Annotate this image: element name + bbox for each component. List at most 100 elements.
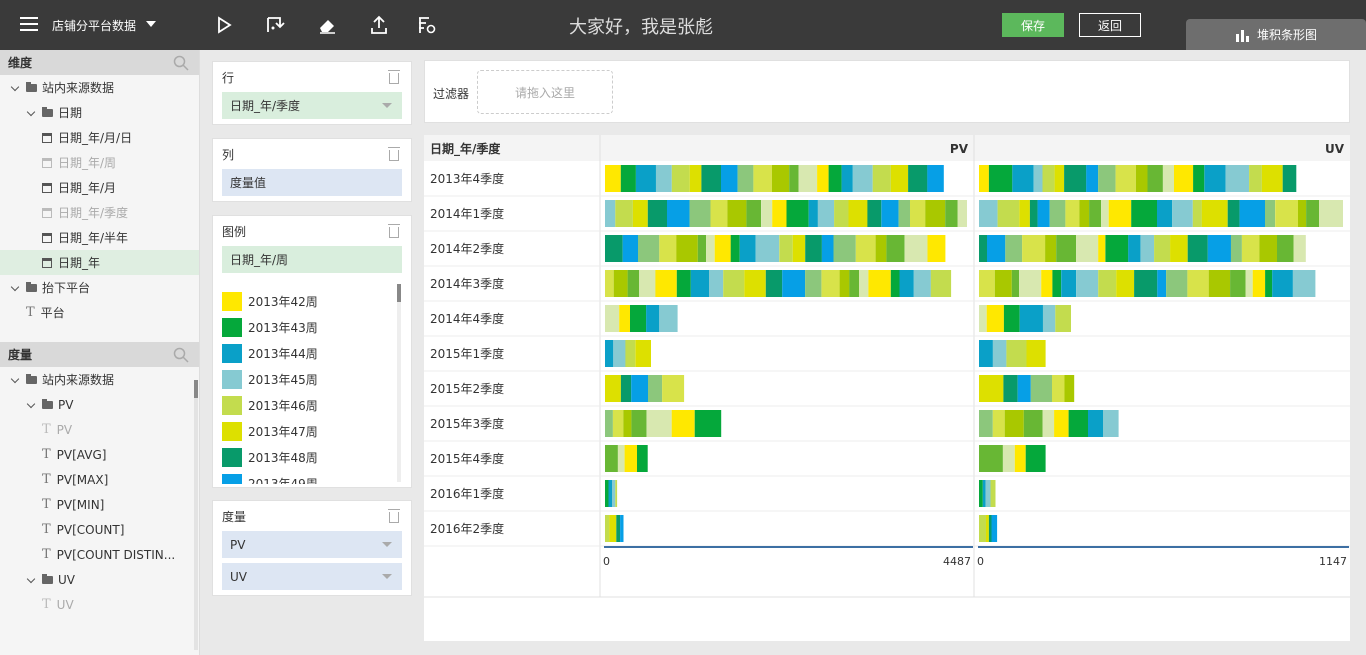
measures-tree-item[interactable]: T PV — [0, 417, 199, 442]
legend-scrollbar[interactable] — [397, 284, 401, 482]
measures-scrollbar[interactable] — [194, 380, 198, 650]
measure-field-uv[interactable]: UV — [222, 563, 402, 590]
measures-title: 度量 — [8, 348, 33, 362]
bar-segment — [605, 445, 618, 472]
refresh-flow-icon[interactable] — [264, 14, 286, 36]
bar-segment — [1241, 235, 1260, 262]
measures-tree-item[interactable]: T PV[MIN] — [0, 492, 199, 517]
legend-item[interactable]: 2013年47周 — [222, 418, 402, 444]
chevron-down-icon[interactable] — [26, 575, 36, 585]
export-icon[interactable] — [368, 14, 390, 36]
dimensions-tree-item[interactable]: 日期 — [0, 100, 199, 125]
bar-segment — [1277, 235, 1294, 262]
bar-segment — [1131, 200, 1157, 227]
bar-segment — [694, 410, 722, 437]
dimensions-tree-item[interactable]: 日期_年/半年 — [0, 225, 199, 250]
filter-label: 过滤器 — [433, 87, 470, 101]
trash-icon[interactable] — [388, 147, 400, 161]
dimensions-tree-item[interactable]: 日期_年/周 — [0, 150, 199, 175]
bar-segment — [1135, 165, 1148, 192]
bar-segment — [1272, 270, 1293, 297]
bar-segment — [638, 235, 660, 262]
field-panel: 维度 站内来源数据 日期 日期_年/月/日 日期_年/周 日期_年/月 日期_年/季度 日期… — [0, 50, 200, 655]
bar-segment — [676, 235, 698, 262]
eraser-icon[interactable] — [316, 14, 338, 36]
measures-tree-item[interactable]: 站内来源数据 — [0, 367, 199, 392]
dimensions-tree-item[interactable]: 日期_年/月 — [0, 175, 199, 200]
tree-item-label: 日期_年 — [58, 256, 101, 270]
bar-segment — [839, 270, 850, 297]
category-label: 2015年2季度 — [430, 381, 504, 396]
chevron-down-icon[interactable] — [10, 283, 20, 293]
bar-segment — [646, 410, 672, 437]
measures-tree-item[interactable]: T PV[COUNT] — [0, 517, 199, 542]
bar-segment — [979, 165, 989, 192]
back-button[interactable]: 返回 — [1079, 13, 1141, 37]
trash-icon[interactable] — [388, 509, 400, 523]
legend-item[interactable]: 2013年48周 — [222, 444, 402, 470]
bar-segment — [821, 270, 840, 297]
menu-icon[interactable] — [20, 17, 38, 31]
chevron-down-icon[interactable] — [26, 400, 36, 410]
bar-segment — [1192, 200, 1202, 227]
bar-segment — [1245, 270, 1253, 297]
measures-tree-item[interactable]: T UV — [0, 592, 199, 617]
filter-drop-zone[interactable]: 请拖入这里 — [477, 70, 613, 114]
bar-segment — [1293, 235, 1306, 262]
chart-type-tab[interactable]: 堆积条形图 — [1186, 19, 1366, 50]
bar-segment — [1079, 200, 1090, 227]
bar-segment — [1052, 270, 1062, 297]
legend-item[interactable]: 2013年46周 — [222, 392, 402, 418]
chevron-down-icon[interactable] — [10, 83, 20, 93]
bar-segment — [1193, 165, 1205, 192]
bar-segment — [605, 270, 614, 297]
dimensions-tree-item[interactable]: 日期_年/季度 — [0, 200, 199, 225]
search-icon[interactable] — [173, 55, 189, 71]
chevron-down-icon[interactable] — [382, 542, 392, 547]
column-field-label: 度量值 — [230, 176, 267, 190]
chevron-down-icon[interactable] — [26, 108, 36, 118]
bar-segment — [612, 410, 624, 437]
chevron-down-icon[interactable] — [10, 375, 20, 385]
chevron-down-icon[interactable] — [382, 574, 392, 579]
chevron-down-icon[interactable] — [382, 103, 392, 108]
bar-segment — [1187, 235, 1208, 262]
filter-settings-icon[interactable] — [416, 14, 438, 36]
chevron-down-icon[interactable] — [146, 21, 156, 27]
measures-tree-item[interactable]: T PV[AVG] — [0, 442, 199, 467]
bar-segment — [1105, 235, 1129, 262]
trash-icon[interactable] — [388, 70, 400, 84]
dimensions-tree-item[interactable]: 日期_年 — [0, 250, 199, 275]
legend-item[interactable]: 2013年43周 — [222, 314, 402, 340]
bar-segment — [605, 375, 621, 402]
dimensions-tree-item[interactable]: T 平台 — [0, 300, 199, 325]
legend-item[interactable]: 2013年45周 — [222, 366, 402, 392]
measures-tree-item[interactable]: T PV[COUNT DISTIN... — [0, 542, 199, 567]
measures-tree-item[interactable]: T PV[MAX] — [0, 467, 199, 492]
bar-segment — [859, 270, 869, 297]
dataset-selector[interactable]: 店铺分平台数据 — [52, 17, 136, 34]
row-field-pill[interactable]: 日期_年/季度 — [222, 92, 402, 119]
measures-tree-item[interactable]: PV — [0, 392, 199, 417]
search-icon[interactable] — [173, 347, 189, 363]
legend-field-pill[interactable]: 日期_年/周 — [222, 246, 402, 273]
column-field-pill[interactable]: 度量值 — [222, 169, 402, 196]
dimensions-tree-item[interactable]: 站内来源数据 — [0, 75, 199, 100]
legend-item[interactable]: 2013年42周 — [222, 288, 402, 314]
trash-icon[interactable] — [388, 224, 400, 238]
bar-segment — [1056, 235, 1077, 262]
measure-field-pv[interactable]: PV — [222, 531, 402, 558]
play-icon[interactable] — [213, 14, 235, 36]
measure-shelf: 度量 PV UV — [212, 500, 412, 596]
legend-item[interactable]: 2013年49周 — [222, 470, 402, 484]
dimensions-tree-item[interactable]: 抬下平台 — [0, 275, 199, 300]
measures-tree-item[interactable]: UV — [0, 567, 199, 592]
tree-item-label: 抬下平台 — [42, 281, 91, 295]
bar-segment — [744, 270, 766, 297]
save-button[interactable]: 保存 — [1002, 13, 1064, 37]
bar-segment — [841, 165, 853, 192]
bar-segment — [1265, 200, 1276, 227]
bar-segment — [927, 165, 944, 192]
dimensions-tree-item[interactable]: 日期_年/月/日 — [0, 125, 199, 150]
legend-item[interactable]: 2013年44周 — [222, 340, 402, 366]
